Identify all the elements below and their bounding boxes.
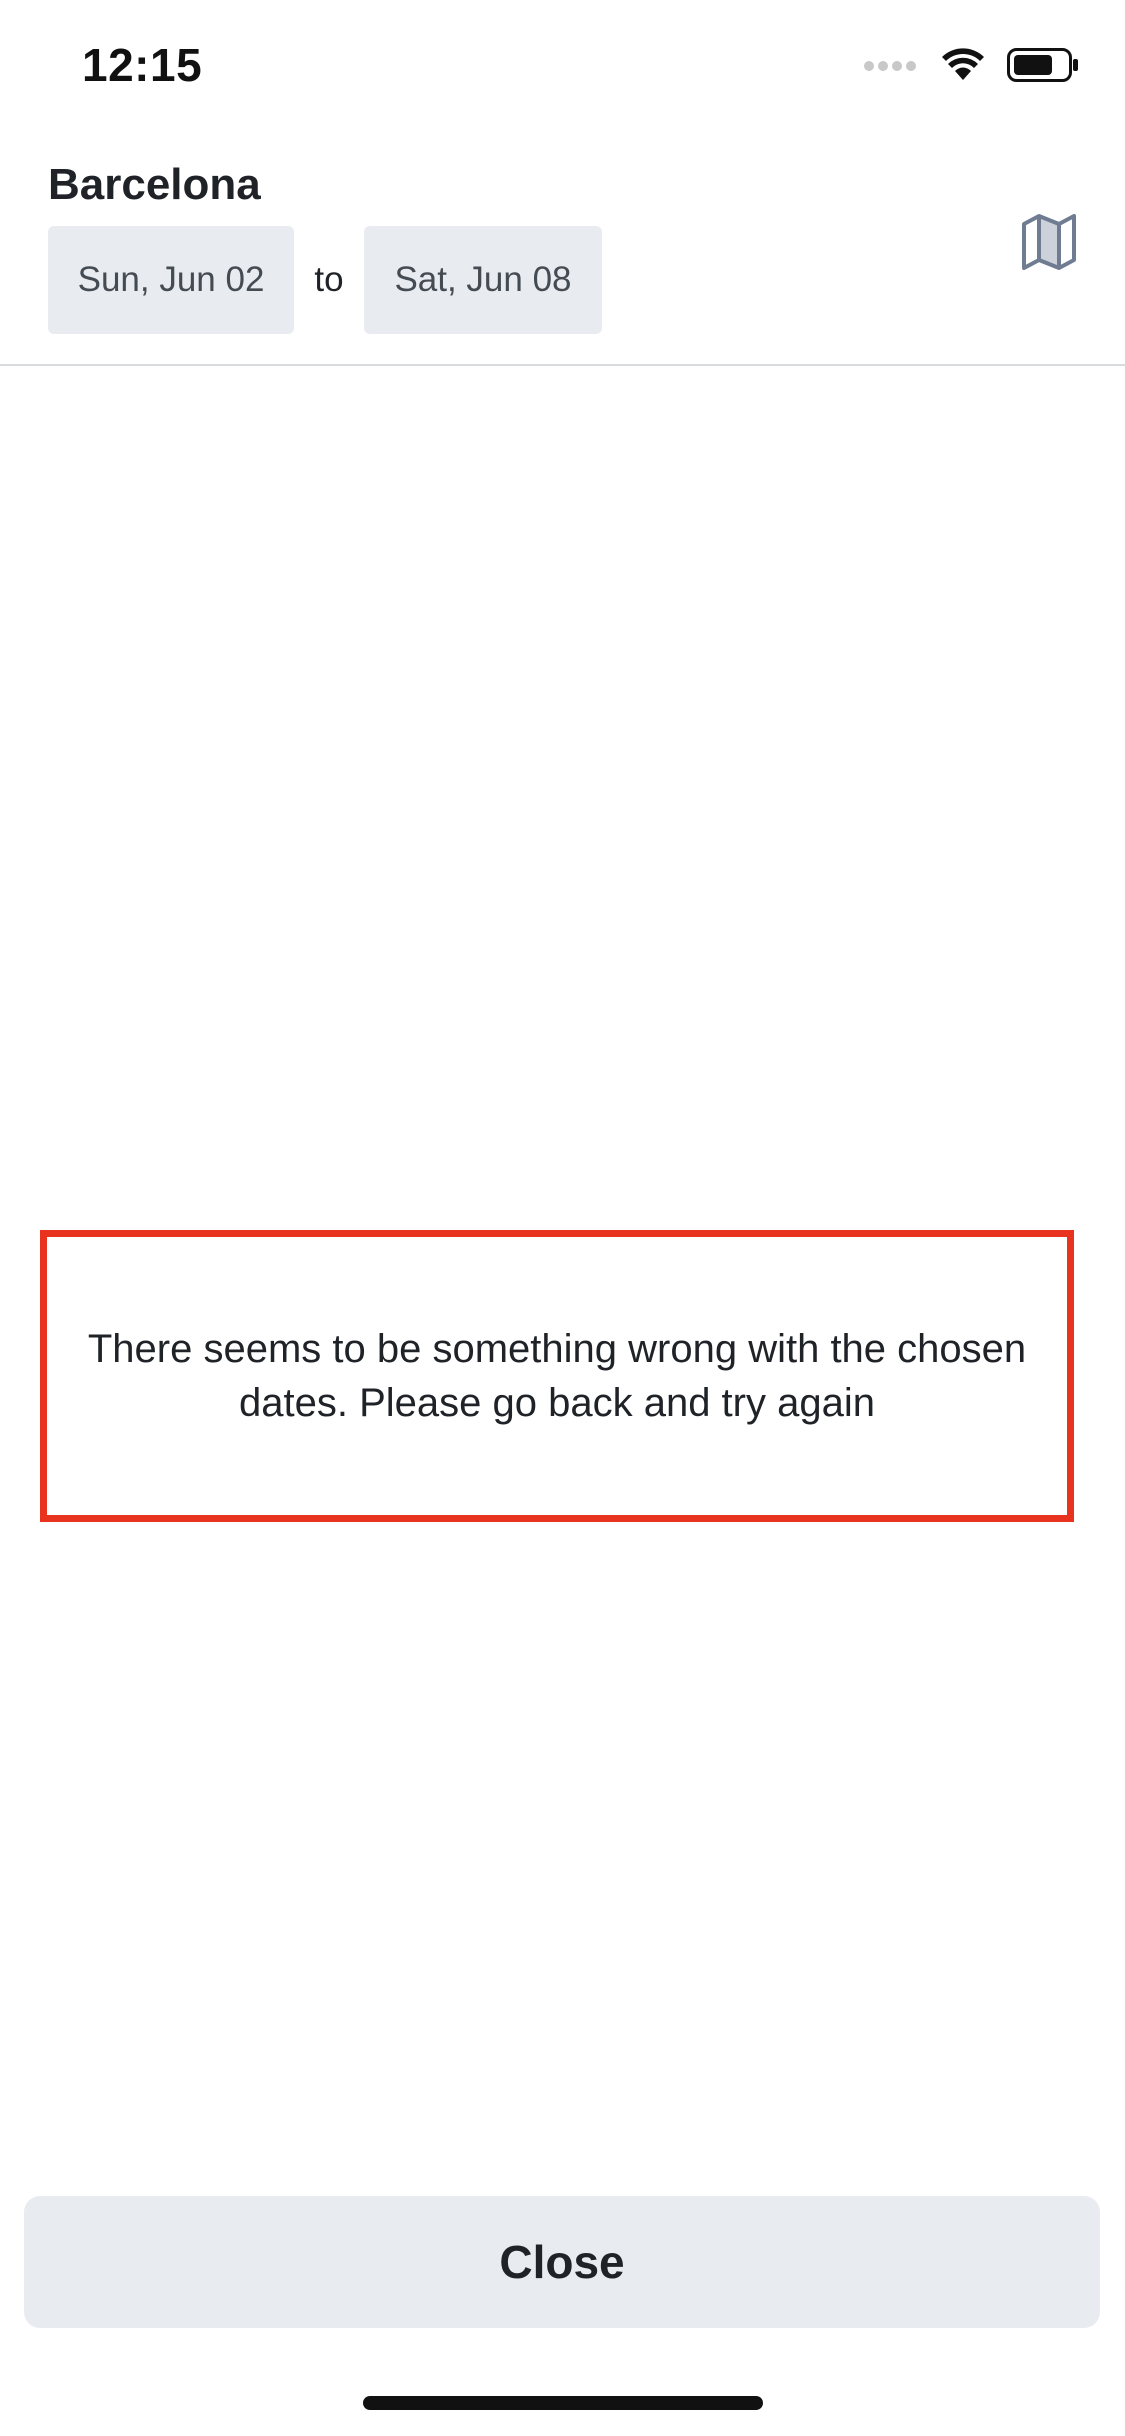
status-bar: 12:15 bbox=[0, 0, 1125, 132]
signal-dots-icon bbox=[863, 59, 919, 77]
start-date-button[interactable]: Sun, Jun 02 bbox=[48, 226, 294, 334]
city-title: Barcelona bbox=[48, 160, 261, 209]
end-date-button[interactable]: Sat, Jun 08 bbox=[364, 226, 602, 334]
error-message: There seems to be something wrong with t… bbox=[87, 1327, 1027, 1425]
status-time: 12:15 bbox=[82, 39, 203, 91]
close-button[interactable]: Close bbox=[24, 2196, 1100, 2328]
battery-icon bbox=[1007, 48, 1079, 87]
search-header: Barcelona Sun, Jun 02 to Sat, Jun 08 bbox=[0, 132, 1125, 366]
date-separator: to bbox=[314, 260, 344, 299]
date-range: Sun, Jun 02 to Sat, Jun 08 bbox=[48, 226, 602, 334]
map-button[interactable] bbox=[1017, 212, 1081, 276]
home-indicator[interactable] bbox=[363, 2396, 763, 2410]
map-icon bbox=[1020, 212, 1078, 277]
wifi-icon bbox=[941, 48, 985, 87]
error-message-box: There seems to be something wrong with t… bbox=[40, 1230, 1074, 1522]
status-icons bbox=[863, 48, 1079, 87]
